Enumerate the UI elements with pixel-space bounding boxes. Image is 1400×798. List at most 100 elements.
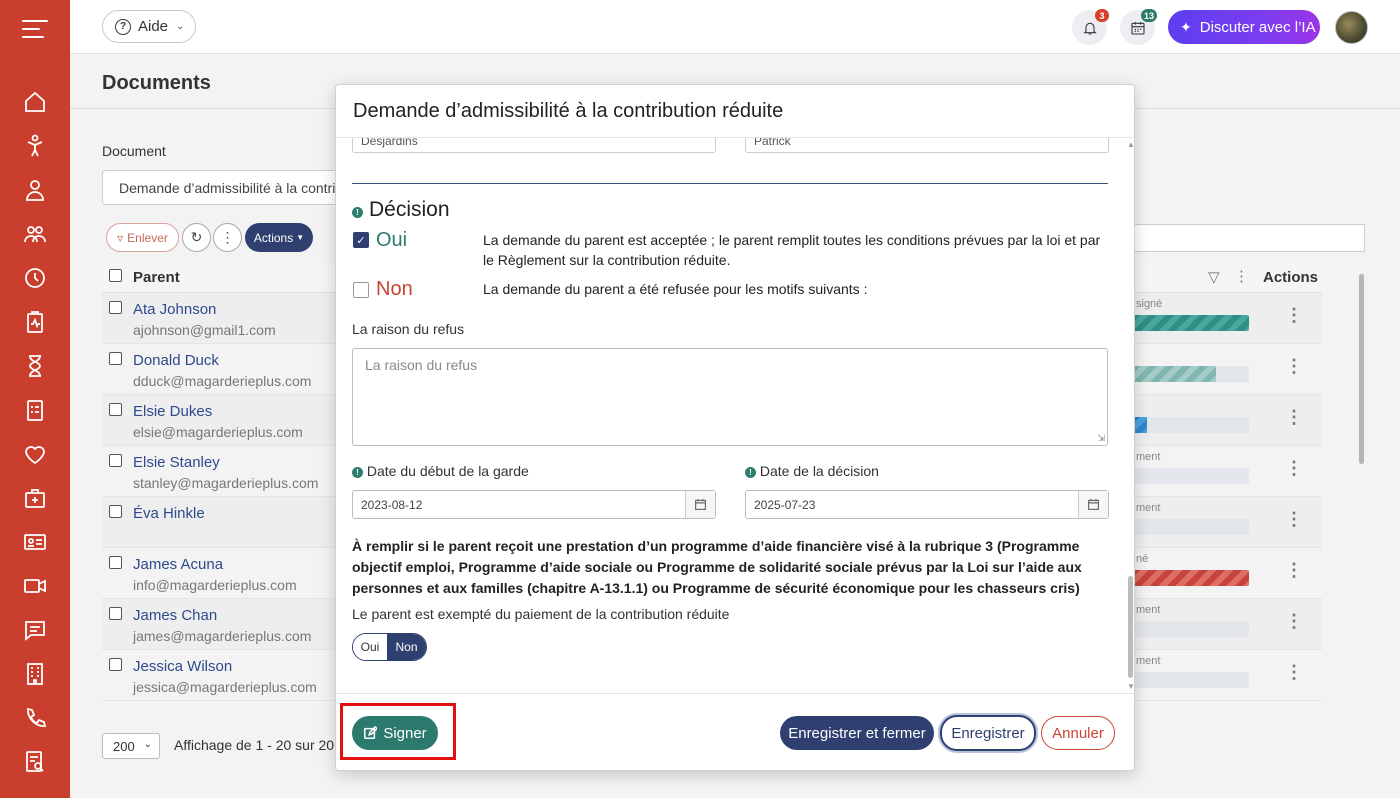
bell-icon [1082,22,1097,35]
row-checkbox[interactable] [109,403,122,416]
ai-chat-button[interactable]: ✦ Discuter avec l’IA [1168,10,1320,44]
health-clipboard-icon[interactable] [23,310,47,334]
actions-dropdown[interactable]: Actions ▼ [245,223,313,252]
exempt-toggle[interactable]: Oui Non [352,633,427,661]
parent-email: james@magarderieplus.com [133,628,312,644]
modal-body: Desjardins Patrick ! Décision ✓ Oui La d… [336,138,1134,693]
row-actions-icon[interactable]: ⋮ [1285,356,1303,377]
progress-bar [1132,417,1249,433]
required-icon: ! [745,466,756,478]
parent-name[interactable]: Donald Duck [133,352,219,369]
oui-checkbox[interactable]: ✓ [353,232,369,248]
first-name-field[interactable]: Patrick [745,138,1109,153]
progress-fill [1132,570,1249,586]
column-filter-icon[interactable]: ▽ [1208,268,1220,286]
child-icon[interactable] [23,134,47,158]
last-name-field[interactable]: Desjardins [352,138,716,153]
modal-scrollbar[interactable]: ▲ ▼ [1126,138,1134,693]
select-all-checkbox[interactable] [109,269,122,282]
calendar-icon[interactable] [1078,491,1108,518]
building-icon[interactable] [23,662,47,686]
video-icon[interactable] [23,574,47,598]
oui-description: La demande du parent est acceptée ; le p… [483,232,1101,268]
per-page-select[interactable]: 200 ⌄ [102,733,160,759]
row-checkbox[interactable] [109,607,122,620]
scroll-up-icon[interactable]: ▲ [1127,140,1134,149]
non-label[interactable]: Non [376,278,413,301]
row-actions-icon[interactable]: ⋮ [1285,509,1303,530]
menu-icon[interactable] [22,20,48,40]
decision-modal: Demande d’admissibilité à la contributio… [335,84,1135,771]
date-debut-input[interactable]: 2023-08-12 [352,490,716,519]
scroll-down-icon[interactable]: ▼ [1127,682,1134,691]
progress-bar [1132,570,1249,586]
medical-kit-icon[interactable] [23,486,47,510]
enlever-button[interactable]: ▿ Enlever [106,223,179,252]
message-icon[interactable] [23,618,47,642]
progress-bar [1132,366,1249,382]
refus-textarea[interactable]: La raison du refus ⇲ [352,348,1108,446]
row-actions-icon[interactable]: ⋮ [1285,407,1303,428]
row-checkbox[interactable] [109,505,122,518]
document-select[interactable]: Demande d’admissibilité à la contri [102,170,362,205]
required-icon: ! [352,206,363,218]
calendar-button[interactable]: 13 [1120,9,1157,45]
required-icon: ! [352,466,363,478]
document-label: Document [102,143,166,159]
toggle-non[interactable]: Non [387,634,426,660]
help-icon: ? [115,18,131,35]
save-and-close-button[interactable]: Enregistrer et fermer [780,716,934,750]
sidebar [0,0,70,798]
parent-name[interactable]: Éva Hinkle [133,505,205,522]
heart-icon[interactable] [23,442,47,466]
row-checkbox[interactable] [109,352,122,365]
parent-name[interactable]: Ata Johnson [133,301,216,318]
help-label: Aide [138,18,169,35]
parent-name[interactable]: Elsie Dukes [133,403,212,420]
report-icon[interactable] [23,750,47,774]
toggle-oui[interactable]: Oui [353,634,387,660]
id-card-icon[interactable] [23,530,47,554]
date-debut-label: Date du début de la garde [366,463,529,479]
checklist-icon[interactable] [23,398,47,422]
calendar-badge: 13 [1140,9,1157,22]
column-menu-icon[interactable]: ⋮ [1234,267,1249,285]
non-checkbox[interactable] [353,282,369,298]
row-actions-icon[interactable]: ⋮ [1285,305,1303,326]
row-checkbox[interactable] [109,556,122,569]
parent-name[interactable]: Jessica Wilson [133,658,232,675]
help-button[interactable]: ? Aide ⌄ [102,10,196,43]
row-checkbox[interactable] [109,454,122,467]
notifications-button[interactable]: 3 [1072,9,1109,45]
save-button[interactable]: Enregistrer [940,715,1036,751]
parent-name[interactable]: James Chan [133,607,217,624]
cancel-button[interactable]: Annuler [1041,716,1115,750]
date-decision-input[interactable]: 2025-07-23 [745,490,1109,519]
row-actions-icon[interactable]: ⋮ [1285,662,1303,683]
row-actions-icon[interactable]: ⋮ [1285,611,1303,632]
clock-icon[interactable] [23,266,47,290]
users-icon[interactable] [23,222,47,246]
parent-email: jessica@magarderieplus.com [133,679,317,695]
resize-grip-icon[interactable]: ⇲ [1097,433,1105,444]
parent-name[interactable]: James Acuna [133,556,223,573]
refresh-button[interactable]: ↻ [182,223,211,252]
parent-name[interactable]: Elsie Stanley [133,454,220,471]
more-options-button[interactable]: ⋮ [213,223,242,252]
avatar[interactable] [1335,11,1368,44]
filter-icon: ▿ [117,230,124,245]
hourglass-icon[interactable] [23,354,47,378]
calendar-icon[interactable] [685,491,715,518]
home-icon[interactable] [23,90,47,114]
row-actions-icon[interactable]: ⋮ [1285,560,1303,581]
column-parent[interactable]: Parent [133,269,180,286]
parent-email: stanley@magarderieplus.com [133,475,319,491]
row-checkbox[interactable] [109,658,122,671]
table-scrollbar[interactable] [1358,262,1366,707]
oui-label[interactable]: Oui [376,229,407,252]
user-icon[interactable] [23,178,47,202]
row-actions-icon[interactable]: ⋮ [1285,458,1303,479]
row-checkbox[interactable] [109,301,122,314]
table-search-input[interactable] [1130,224,1365,252]
phone-icon[interactable] [23,706,47,730]
